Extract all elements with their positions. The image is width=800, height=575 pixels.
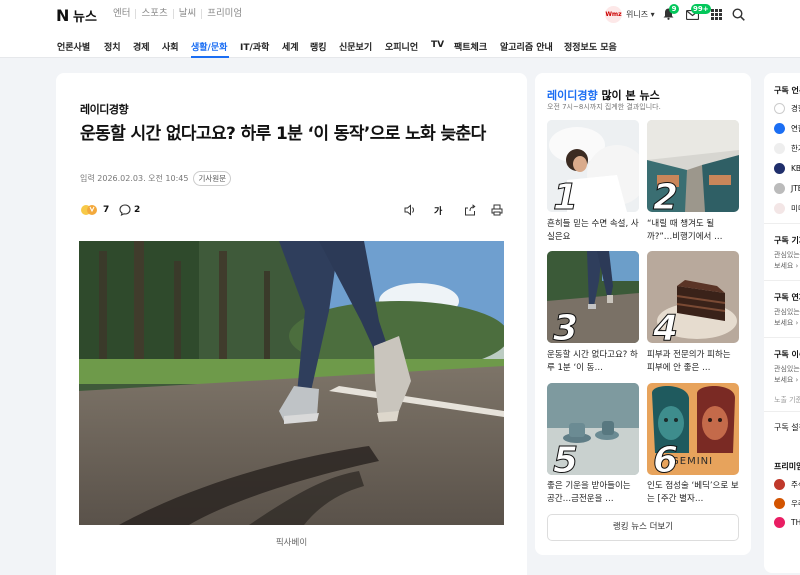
subscribe-series-title: 구독 연재: [774, 293, 800, 302]
comment-count: 2: [134, 205, 141, 215]
notification-badge: 9: [669, 4, 679, 14]
subscribe-reporter-link[interactable]: 보세요 ›: [774, 261, 798, 272]
naver-logo[interactable]: N: [56, 6, 69, 25]
apps-grid-icon[interactable]: [711, 9, 722, 20]
comment-button[interactable]: 2: [119, 204, 140, 216]
nav-item-algorithm[interactable]: 알고리즘 안내: [500, 40, 553, 53]
top-link-entertainment[interactable]: 엔터: [108, 9, 135, 19]
top-bar: N 뉴스 엔터 스포츠 날씨 프리미엄 Wmz 위니즈 ▾ 9 99+: [0, 0, 800, 30]
subscribe-panel: 구독 언론 경향 연합 한겨 KBS JTBC 미디 구독 기자 관심있는 보세…: [764, 73, 800, 573]
speaker-icon[interactable]: [404, 204, 416, 216]
nav-item-world[interactable]: 세계: [282, 40, 299, 53]
top-link-weather[interactable]: 날씨: [172, 9, 201, 19]
rank-number: 2: [652, 177, 679, 213]
reaction-button[interactable]: 7: [80, 204, 109, 216]
article-date: 입력 2026.02.03. 오전 10:45: [80, 174, 189, 183]
ranking-subtitle: 오전 7시~8시까지 집계한 결과입니다.: [547, 103, 661, 111]
comment-icon: [119, 204, 131, 216]
rank-number: 5: [552, 440, 579, 476]
share-icon[interactable]: [464, 204, 476, 216]
nav-item-factcheck[interactable]: 팩트체크: [454, 40, 487, 53]
ranking-item-3[interactable]: 운동할 시간 없다고요? 하루 1분 ‘이 동…: [547, 349, 639, 375]
premium-title: 프리미엄: [774, 462, 800, 471]
top-link-sports[interactable]: 스포츠: [135, 9, 172, 19]
ranking-item-6[interactable]: 인도 점성술 ‘베딕’으로 보는 [주간 별자…: [647, 480, 739, 506]
ranking-title: 레이디경향 많이 본 뉴스: [547, 89, 660, 102]
ranking-item-4[interactable]: 피부과 전문의가 피하는 피부에 안 좋은 …: [647, 349, 739, 375]
photo-caption: 픽사베이: [275, 538, 308, 548]
top-links: 엔터 스포츠 날씨 프리미엄: [108, 9, 247, 19]
premium-item[interactable]: 주식: [774, 479, 800, 490]
subscribe-issue-title: 구독 이슈: [774, 350, 800, 359]
original-article-button[interactable]: 기사원문: [193, 171, 232, 186]
nav-item-economy[interactable]: 경제: [133, 40, 150, 53]
article-headline: 운동할 시간 없다고요? 하루 1분 ‘이 동작’으로 노화 늦춘다: [80, 124, 486, 144]
ranking-press-name[interactable]: 레이디경향: [547, 89, 598, 102]
subscribe-press-item[interactable]: 경향: [774, 103, 800, 114]
ranking-more-button[interactable]: 랭킹 뉴스 더보기: [547, 514, 739, 541]
rank-number: 1: [552, 177, 579, 213]
ranking-thumb-5[interactable]: 5: [547, 383, 639, 475]
ranking-item-2[interactable]: “내릴 때 챙겨도 될까?”…비행기에서 …: [647, 218, 739, 244]
ranking-item-1[interactable]: 흔히들 믿는 수면 속설, 사실은요: [547, 218, 639, 244]
print-icon[interactable]: [491, 204, 503, 216]
subscribe-press-item[interactable]: 미디: [774, 203, 800, 214]
mail-badge: 99+: [691, 4, 711, 14]
article-photo-runner: [79, 241, 504, 525]
subscribe-settings[interactable]: 구독 설정: [774, 422, 800, 433]
ranking-thumb-3[interactable]: 3: [547, 251, 639, 343]
subscribe-reporter-title: 구독 기자: [774, 236, 800, 245]
clap-icon: [81, 205, 97, 215]
subscribe-press-item[interactable]: JTBC: [774, 183, 800, 194]
news-logo[interactable]: 뉴스: [73, 6, 97, 25]
ranking-thumb-6[interactable]: GEMINI 6: [647, 383, 739, 475]
nav-item-politics[interactable]: 정치: [104, 40, 121, 53]
avatar[interactable]: Wmz: [605, 6, 622, 23]
rank-number: 3: [552, 308, 579, 344]
article-meta: 입력 2026.02.03. 오전 10:45 기사원문: [80, 171, 232, 186]
ranking-thumb-4[interactable]: 4: [647, 251, 739, 343]
ranking-thumb-1[interactable]: 1: [547, 120, 639, 212]
category-nav: 언론사별 정치 경제 사회 생활/문화 IT/과학 세계 랭킹 신문보기 오피니…: [0, 30, 800, 58]
nav-item-newspaper[interactable]: 신문보기: [339, 40, 372, 53]
premium-item[interactable]: 우리: [774, 498, 800, 509]
ranking-item-5[interactable]: 좋은 기운을 받아들이는 공간…금전운을 …: [547, 480, 639, 506]
ranking-thumb-2[interactable]: 2: [647, 120, 739, 212]
subscribe-press-title: 구독 언론: [774, 86, 800, 95]
subscribe-press-item[interactable]: KBS: [774, 163, 800, 174]
reaction-count: 7: [103, 205, 110, 215]
subscribe-press-item[interactable]: 한겨: [774, 143, 800, 154]
press-logo[interactable]: 레이디경향: [80, 101, 129, 117]
font-size-button[interactable]: 가: [434, 204, 450, 217]
nav-item-life-culture[interactable]: 생활/문화: [191, 40, 227, 53]
user-menu[interactable]: 위니즈 ▾: [626, 9, 655, 20]
rank-number: 6: [652, 440, 679, 476]
article-card: 레이디경향 운동할 시간 없다고요? 하루 1분 ‘이 동작’으로 노화 늦춘다…: [56, 73, 527, 575]
nav-item-society[interactable]: 사회: [162, 40, 179, 53]
rank-number: 4: [652, 308, 679, 344]
premium-item[interactable]: THE: [774, 517, 800, 528]
subscribe-press-item[interactable]: 연합: [774, 123, 800, 134]
nav-item-corrections[interactable]: 정정보도 모음: [564, 40, 617, 53]
search-icon[interactable]: [732, 8, 745, 21]
nav-item-ranking[interactable]: 랭킹: [310, 40, 327, 53]
ranking-card: 레이디경향 많이 본 뉴스 오전 7시~8시까지 집계한 결과입니다. 1 흔히…: [535, 73, 751, 555]
subscribe-series-link[interactable]: 보세요 ›: [774, 318, 798, 329]
nav-item-tv[interactable]: TV: [431, 40, 444, 50]
top-link-premium[interactable]: 프리미엄: [201, 9, 247, 19]
exposure-note[interactable]: 노출 기준: [774, 395, 800, 406]
nav-active-indicator: [191, 56, 229, 58]
nav-item-press[interactable]: 언론사별: [57, 40, 90, 53]
nav-item-opinion[interactable]: 오피니언: [385, 40, 418, 53]
nav-item-it-science[interactable]: IT/과학: [240, 40, 269, 53]
subscribe-issue-link[interactable]: 보세요 ›: [774, 375, 798, 386]
